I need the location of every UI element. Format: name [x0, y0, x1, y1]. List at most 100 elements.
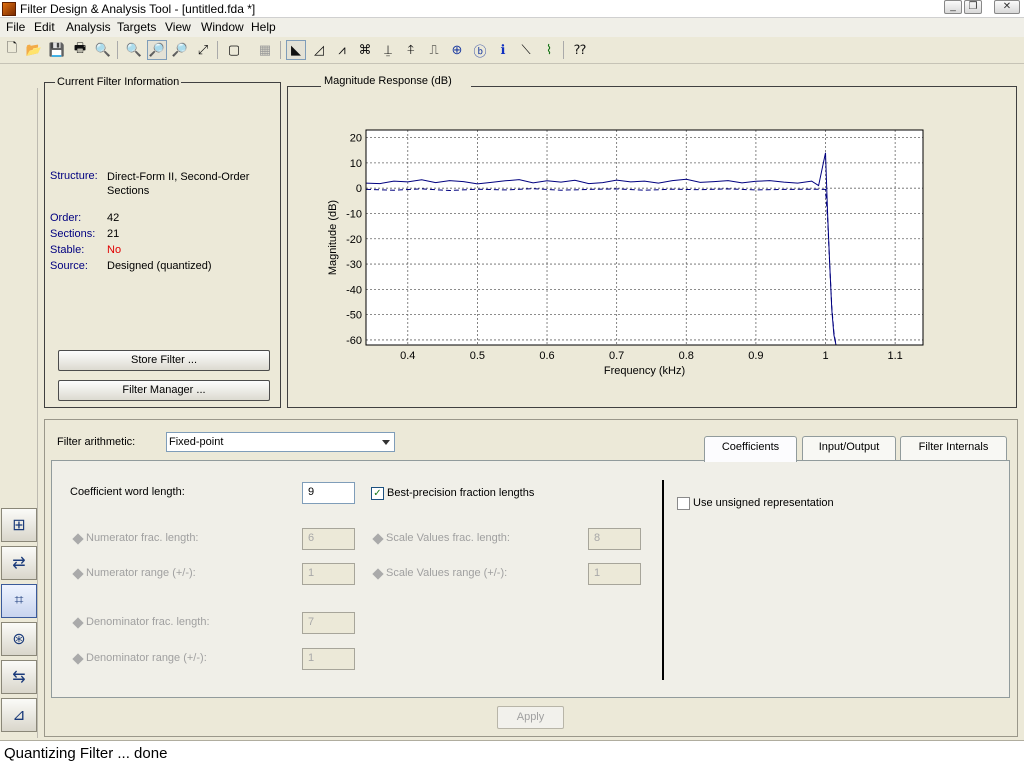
window-title: Filter Design & Analysis Tool - [untitle… [20, 2, 256, 16]
y-tick-label: -30 [346, 259, 362, 271]
scale-values-range-input[interactable]: 1 [588, 563, 641, 585]
new-figure-icon[interactable]: ▢ [224, 40, 244, 60]
best-precision-checkbox[interactable]: ✓ [371, 487, 384, 500]
structure-value: Direct-Form II, Second-Order Sections [107, 171, 250, 197]
y-tick-label: 20 [350, 133, 362, 145]
pole-zero-icon[interactable]: ⊕ [447, 40, 467, 60]
print-preview-icon[interactable]: 🔍 [93, 40, 113, 60]
y-tick-label: 10 [350, 158, 362, 170]
scale-values-frac-length-input[interactable]: 8 [588, 528, 641, 550]
order-label: Order: [50, 212, 82, 224]
step-response-icon[interactable]: ⎍ [424, 40, 444, 60]
transform-filter-icon[interactable]: ⊞ [1, 508, 37, 542]
magnitude-phase-icon[interactable]: ⩘ [332, 40, 352, 60]
stable-label: Stable: [50, 244, 85, 256]
status-text: Quantizing Filter ... done [4, 745, 168, 762]
restore-button[interactable]: ❐ [964, 0, 982, 14]
pole-zero-editor-icon[interactable]: ⊛ [1, 622, 37, 656]
unsigned-representation-label: Use unsigned representation [693, 497, 834, 509]
new-icon[interactable]: 🗋 [2, 40, 22, 60]
x-tick-label: 1.1 [888, 350, 903, 362]
coefficient-word-length-input[interactable]: 9 [302, 482, 355, 504]
numerator-range-input[interactable]: 1 [302, 563, 355, 585]
tab-filter-internals[interactable]: Filter Internals [900, 436, 1007, 461]
multirate-icon[interactable]: ⇆ [1, 660, 37, 694]
plot-area [366, 130, 923, 345]
filter-info-icon[interactable]: ℹ [493, 40, 513, 60]
magnitude-response-icon[interactable]: ◣ [286, 40, 306, 60]
full-view-icon[interactable]: ⤢ [193, 40, 213, 60]
unsigned-representation-checkbox[interactable] [677, 497, 690, 510]
filter-info-panel: Current Filter Information Structure: Di… [44, 76, 281, 408]
plot-panel-title: Magnitude Response (dB) [321, 75, 471, 87]
tab-coefficients[interactable]: Coefficients [704, 436, 797, 462]
status-bar: Quantizing Filter ... done [0, 740, 1024, 768]
menu-view[interactable]: View [165, 20, 191, 34]
print-icon[interactable]: 🖶 [70, 40, 90, 60]
title-bar: Filter Design & Analysis Tool - [untitle… [0, 0, 1024, 18]
x-tick-label: 0.5 [470, 350, 485, 362]
design-filter-icon[interactable]: ⊿ [1, 698, 37, 732]
coefficients-icon[interactable]: ⓑ [470, 40, 490, 60]
filter-arithmetic-label: Filter arithmetic: [57, 436, 136, 448]
toolbar-separator [117, 41, 118, 59]
x-tick-label: 0.4 [400, 350, 415, 362]
x-tick-label: 0.9 [748, 350, 763, 362]
x-tick-label: 1 [822, 350, 828, 362]
apply-button[interactable]: Apply [497, 706, 564, 729]
whats-this-icon[interactable]: ⁇ [570, 40, 590, 60]
phase-delay-icon[interactable]: ⍊ [378, 40, 398, 60]
toolbar-separator [563, 41, 564, 59]
magnitude-response-chart[interactable]: 0.4 0.5 0.6 0.7 0.8 0.9 1 1.1 20 10 0 -10 -20 -30 -40 -… [320, 124, 980, 394]
menu-analysis[interactable]: Analysis [66, 20, 111, 34]
menu-file[interactable]: File [6, 20, 25, 34]
chevron-down-icon [382, 440, 390, 445]
phase-response-icon[interactable]: ◿ [309, 40, 329, 60]
save-icon[interactable]: 💾 [47, 40, 67, 60]
filter-arithmetic-value: Fixed-point [169, 436, 224, 448]
filter-arithmetic-dropdown[interactable]: Fixed-point [166, 432, 395, 452]
toolbar-separator [280, 41, 281, 59]
legend-icon[interactable]: ▦ [255, 40, 275, 60]
source-value: Designed (quantized) [107, 260, 212, 272]
set-quantization-icon[interactable]: ⌗ [1, 584, 37, 618]
group-delay-icon[interactable]: ⌘ [355, 40, 375, 60]
denominator-range-input[interactable]: 1 [302, 648, 355, 670]
y-tick-label: 0 [356, 183, 362, 195]
toolbar: 🗋 📂 💾 🖶 🔍 🔍 🔎 🔎 ⤢ ▢ ▦ ◣ ◿ ⩘ ⌘ ⍊ ⍏ ⎍ ⊕ ⓑ … [0, 37, 1024, 64]
source-label: Source: [50, 260, 88, 272]
structure-label: Structure: [50, 170, 98, 182]
convert-structure-icon[interactable]: ⇄ [1, 546, 37, 580]
numerator-frac-length-input[interactable]: 6 [302, 528, 355, 550]
tab-input-output[interactable]: Input/Output [802, 436, 896, 461]
menu-edit[interactable]: Edit [34, 20, 55, 34]
y-tick-label: -40 [346, 284, 362, 296]
best-precision-label: Best-precision fraction lengths [387, 487, 535, 499]
menu-help[interactable]: Help [251, 20, 276, 34]
denominator-frac-length-label: Denominator frac. length: [86, 616, 210, 628]
sections-label: Sections: [50, 228, 96, 240]
numerator-range-label: Numerator range (+/-): [86, 567, 196, 579]
filter-manager-button[interactable]: Filter Manager ... [58, 380, 270, 401]
filter-info-title: Current Filter Information [55, 76, 182, 88]
minimize-button[interactable]: _ [944, 0, 962, 14]
impulse-response-icon[interactable]: ⍏ [401, 40, 421, 60]
open-icon[interactable]: 📂 [24, 40, 44, 60]
scale-values-frac-length-label: Scale Values frac. length: [386, 532, 510, 544]
zoom-x-icon[interactable]: 🔎 [147, 40, 167, 60]
store-filter-button[interactable]: Store Filter ... [58, 350, 270, 371]
denominator-frac-length-input[interactable]: 7 [302, 612, 355, 634]
zoom-y-icon[interactable]: 🔎 [170, 40, 190, 60]
numerator-frac-length-label: Numerator frac. length: [86, 532, 199, 544]
menu-window[interactable]: Window [201, 20, 244, 34]
magnitude-estimate-icon[interactable]: ⟍ [516, 40, 536, 60]
menu-bar: File Edit Analysis Targets View Window H… [0, 18, 1024, 37]
order-value: 42 [107, 212, 120, 224]
round-off-noise-icon[interactable]: ⌇ [539, 40, 559, 60]
menu-targets[interactable]: Targets [117, 20, 156, 34]
divider [662, 480, 664, 680]
close-button[interactable]: ✕ [994, 0, 1020, 14]
x-tick-label: 0.7 [609, 350, 624, 362]
zoom-in-icon[interactable]: 🔍 [124, 40, 144, 60]
y-tick-label: -50 [346, 310, 362, 322]
